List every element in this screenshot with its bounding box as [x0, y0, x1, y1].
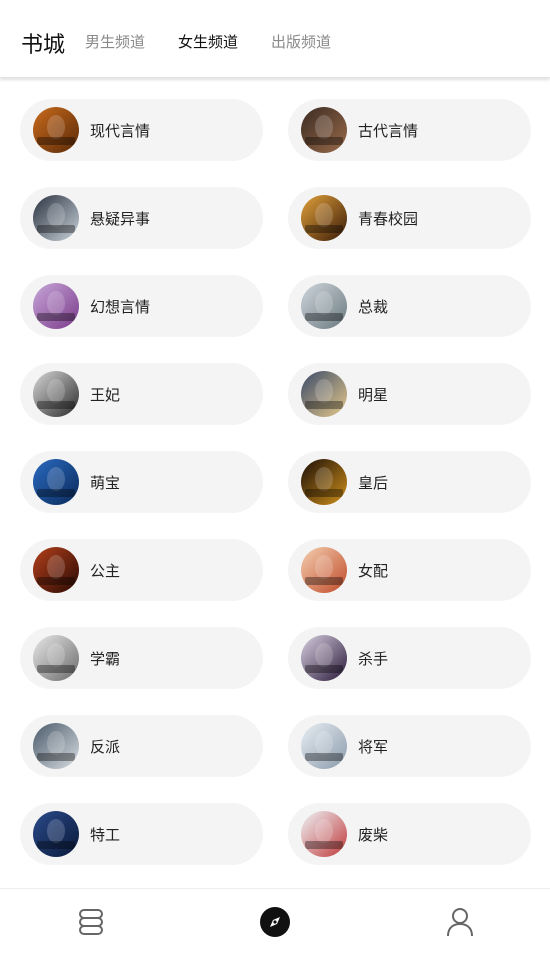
category-label: 幻想言情	[90, 297, 151, 316]
category-cover-image	[301, 723, 347, 769]
category-chip[interactable]: 反派	[20, 715, 263, 777]
nav-bookshelf[interactable]	[74, 905, 108, 939]
category-label: 悬疑异事	[90, 209, 151, 228]
category-cover-image	[301, 635, 347, 681]
bottom-nav-bar	[0, 888, 550, 954]
profile-icon	[447, 908, 473, 937]
category-chip[interactable]: 萌宝	[20, 451, 263, 513]
category-chip[interactable]: 皇后	[288, 451, 531, 513]
page-title: 书城	[21, 33, 66, 58]
category-cover-image	[33, 635, 79, 681]
category-label: 杀手	[358, 649, 389, 668]
top-header: 书城 男生频道 女生频道 出版频道	[0, 0, 550, 78]
compass-icon	[260, 907, 290, 937]
category-chip[interactable]: 明星	[288, 363, 531, 425]
nav-profile[interactable]	[443, 905, 477, 939]
bookshelf-icon	[79, 909, 103, 935]
category-chip[interactable]: 总裁	[288, 275, 531, 337]
category-cover-image	[33, 547, 79, 593]
category-chip[interactable]: 现代言情	[20, 99, 263, 161]
category-label: 总裁	[358, 297, 389, 316]
category-chip[interactable]: 青春校园	[288, 187, 531, 249]
category-cover-image	[33, 371, 79, 417]
category-chip[interactable]: 幻想言情	[20, 275, 263, 337]
category-chip[interactable]: 学霸	[20, 627, 263, 689]
category-cover-image	[33, 195, 79, 241]
category-chip[interactable]: 悬疑异事	[20, 187, 263, 249]
category-chip[interactable]: 将军	[288, 715, 531, 777]
category-chip[interactable]: 女配	[288, 539, 531, 601]
category-cover-image	[301, 283, 347, 329]
category-label: 现代言情	[90, 121, 151, 140]
category-label: 古代言情	[358, 121, 419, 140]
category-cover-image	[33, 811, 79, 857]
category-chip[interactable]: 王妃	[20, 363, 263, 425]
category-cover-image	[301, 459, 347, 505]
category-cover-image	[301, 195, 347, 241]
tab-male-channel[interactable]: 男生频道	[85, 31, 145, 52]
category-label: 青春校园	[358, 209, 419, 228]
category-chip[interactable]: 公主	[20, 539, 263, 601]
category-cover-image	[33, 459, 79, 505]
category-label: 明星	[358, 385, 389, 404]
nav-discover[interactable]	[258, 905, 292, 939]
category-cover-image	[301, 547, 347, 593]
category-cover-image	[33, 107, 79, 153]
tab-publishing-channel[interactable]: 出版频道	[271, 31, 331, 52]
category-cover-image	[33, 723, 79, 769]
category-grid: 现代言情 古代言情悬疑异事 青春校园幻想言情 总裁王妃 明星萌宝 皇后公主 女配学霸 杀手反派…	[0, 78, 550, 888]
category-label: 将军	[358, 737, 389, 756]
category-label: 特工	[90, 825, 121, 844]
category-label: 萌宝	[90, 473, 121, 492]
tab-female-channel[interactable]: 女生频道	[178, 31, 238, 52]
category-chip[interactable]: 杀手	[288, 627, 531, 689]
category-cover-image	[33, 283, 79, 329]
category-label: 皇后	[358, 473, 389, 492]
category-label: 公主	[90, 561, 121, 580]
category-chip[interactable]: 废柴	[288, 803, 531, 865]
category-cover-image	[301, 107, 347, 153]
category-label: 王妃	[90, 385, 121, 404]
category-label: 反派	[90, 737, 121, 756]
category-cover-image	[301, 811, 347, 857]
category-label: 学霸	[90, 649, 121, 668]
category-chip[interactable]: 特工	[20, 803, 263, 865]
category-chip[interactable]: 古代言情	[288, 99, 531, 161]
category-label: 女配	[358, 561, 389, 580]
category-cover-image	[301, 371, 347, 417]
category-label: 废柴	[358, 825, 389, 844]
